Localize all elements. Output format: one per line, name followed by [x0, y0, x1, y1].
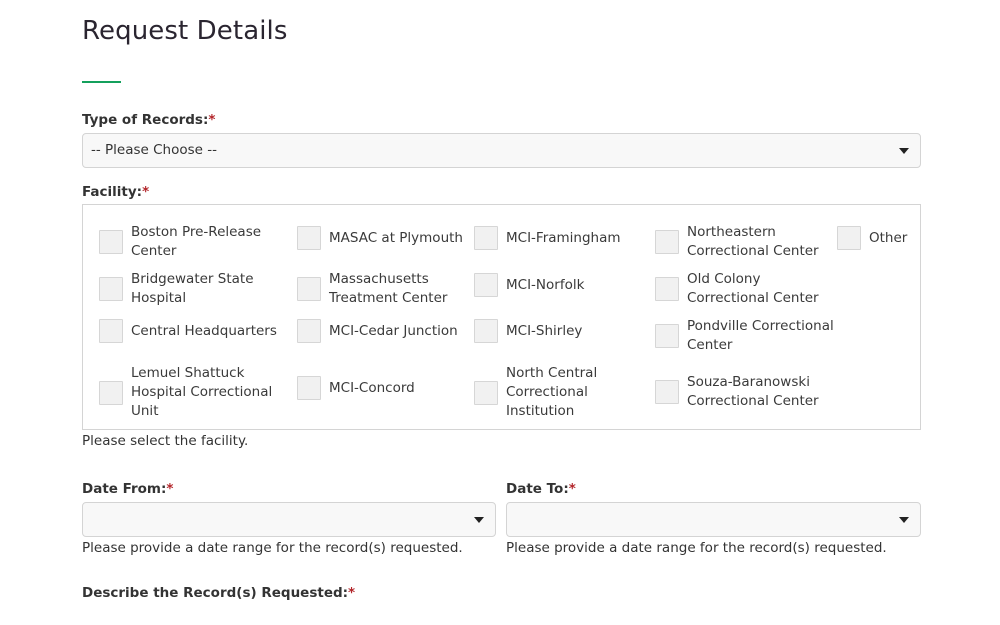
type-of-records-label-text: Type of Records:: [82, 112, 209, 128]
option-label: Pondville Correctional: [687, 318, 834, 334]
checkbox[interactable]: [655, 277, 679, 301]
option-label: MCI-Framingham: [506, 229, 621, 246]
facility-checkbox-group: Boston Pre-Release Center Bridgewater Sta…: [82, 204, 921, 430]
facility-option-masac-plymouth[interactable]: MASAC at Plymouth: [297, 226, 463, 250]
describe-records-label-text: Describe the Record(s) Requested:: [82, 585, 349, 601]
facility-help-text: Please select the facility.: [82, 433, 249, 449]
date-to-help-text: Please provide a date range for the reco…: [506, 540, 887, 556]
checkbox[interactable]: [99, 380, 123, 405]
option-label: North Central: [506, 365, 598, 381]
date-to-label-text: Date To:: [506, 481, 569, 497]
facility-option-mci-cedar-junction[interactable]: MCI-Cedar Junction: [297, 319, 458, 343]
date-from-label: Date From:*: [82, 481, 173, 497]
option-label: Northeastern: [687, 224, 776, 240]
option-label: Old Colony: [687, 271, 761, 287]
describe-records-label: Describe the Record(s) Requested:*: [82, 585, 355, 601]
checkbox[interactable]: [655, 380, 679, 404]
option-label: MCI-Concord: [329, 379, 415, 396]
required-mark: *: [348, 585, 356, 601]
facility-option-north-central[interactable]: North Central Correctional Institution: [474, 364, 597, 421]
checkbox[interactable]: [474, 319, 498, 343]
facility-label-text: Facility:: [82, 184, 143, 200]
facility-option-souza-baranowski[interactable]: Souza-Baranowski Correctional Center: [655, 373, 819, 411]
facility-option-central-headquarters[interactable]: Central Headquarters: [99, 319, 277, 343]
checkbox[interactable]: [99, 277, 123, 301]
option-label: Bridgewater State: [131, 271, 254, 287]
date-from-select[interactable]: [82, 502, 496, 537]
checkbox[interactable]: [837, 226, 861, 250]
option-label: MCI-Shirley: [506, 322, 583, 339]
date-from-label-text: Date From:: [82, 481, 167, 497]
checkbox[interactable]: [99, 319, 123, 343]
option-label: MASAC at Plymouth: [329, 229, 463, 246]
checkbox[interactable]: [297, 376, 321, 400]
checkbox[interactable]: [655, 230, 679, 254]
facility-option-old-colony[interactable]: Old Colony Correctional Center: [655, 270, 819, 308]
date-to-select[interactable]: [506, 502, 921, 537]
facility-option-northeastern[interactable]: Northeastern Correctional Center: [655, 223, 819, 261]
facility-option-bridgewater-state-hospital[interactable]: Bridgewater State Hospital: [99, 270, 254, 308]
option-label: Other: [869, 229, 908, 246]
facility-option-mci-norfolk[interactable]: MCI-Norfolk: [474, 273, 584, 297]
facility-option-mci-framingham[interactable]: MCI-Framingham: [474, 226, 621, 250]
option-label: Boston Pre-Release: [131, 224, 262, 240]
type-of-records-select[interactable]: -- Please Choose --: [82, 133, 921, 168]
required-mark: *: [166, 481, 174, 497]
facility-option-boston-pre-release[interactable]: Boston Pre-Release Center: [99, 223, 261, 261]
facility-option-other[interactable]: Other: [837, 226, 907, 250]
facility-label: Facility:*: [82, 184, 149, 200]
checkbox[interactable]: [474, 380, 498, 405]
option-label: Central Headquarters: [131, 322, 277, 339]
checkbox[interactable]: [297, 277, 321, 301]
facility-option-mci-concord[interactable]: MCI-Concord: [297, 376, 415, 400]
chevron-down-icon: [899, 517, 909, 523]
option-label: MCI-Norfolk: [506, 276, 585, 293]
checkbox[interactable]: [297, 226, 321, 250]
date-from-help-text: Please provide a date range for the reco…: [82, 540, 463, 556]
checkbox[interactable]: [99, 230, 123, 254]
required-mark: *: [208, 112, 216, 128]
facility-option-lemuel-shattuck[interactable]: Lemuel Shattuck Hospital Correctional Unit: [99, 364, 272, 421]
option-label: Lemuel Shattuck: [131, 365, 245, 381]
facility-option-pondville[interactable]: Pondville Correctional Center: [655, 317, 834, 355]
checkbox[interactable]: [297, 319, 321, 343]
facility-option-massachusetts-treatment-center[interactable]: Massachusetts Treatment Center: [297, 270, 447, 308]
type-of-records-value: -- Please Choose --: [91, 142, 218, 158]
checkbox[interactable]: [474, 226, 498, 250]
title-underline: [82, 81, 121, 83]
chevron-down-icon: [474, 517, 484, 523]
required-mark: *: [568, 481, 576, 497]
type-of-records-label: Type of Records:*: [82, 112, 215, 128]
option-label: Souza-Baranowski: [687, 374, 810, 390]
checkbox[interactable]: [655, 324, 679, 348]
option-label: Massachusetts: [329, 271, 429, 287]
chevron-down-icon: [899, 148, 909, 154]
required-mark: *: [142, 184, 150, 200]
facility-option-mci-shirley[interactable]: MCI-Shirley: [474, 319, 582, 343]
option-label: MCI-Cedar Junction: [329, 322, 458, 339]
checkbox[interactable]: [474, 273, 498, 297]
date-to-label: Date To:*: [506, 481, 576, 497]
page-title: Request Details: [82, 16, 288, 46]
